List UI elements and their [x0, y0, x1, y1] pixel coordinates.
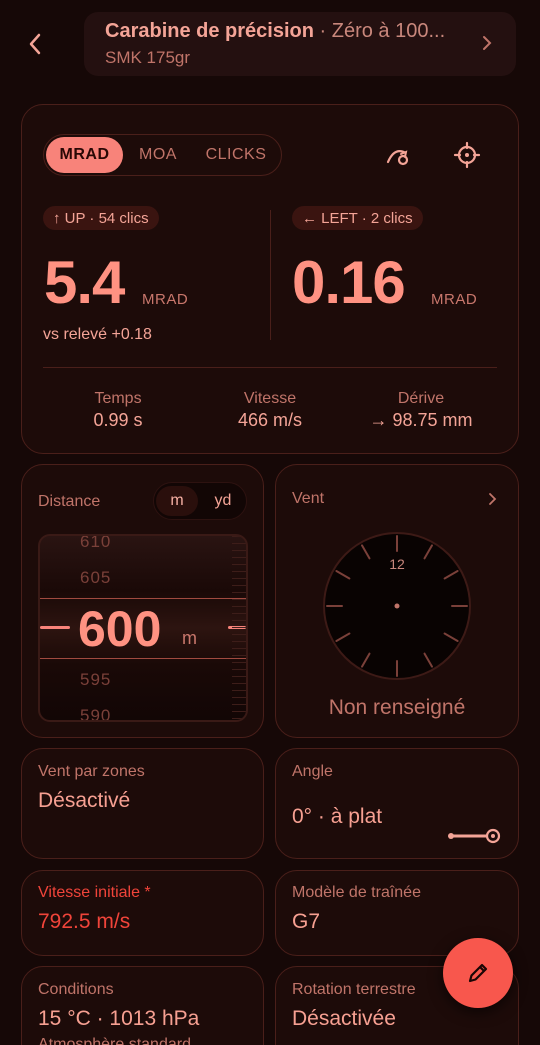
muzzle-velocity-label: Vitesse initiale *: [38, 884, 151, 901]
wind-clock-dial[interactable]: [322, 531, 472, 681]
unit-option-mrad[interactable]: MRAD: [46, 137, 123, 173]
earth-rotation-label: Rotation terrestre: [292, 981, 416, 998]
trajectory-icon: [386, 150, 409, 166]
elevation-delta: vs relevé +0.18: [43, 326, 152, 343]
stat-value-time: 0.99 s: [93, 410, 143, 430]
wheel-tick: 590: [80, 706, 112, 722]
wind-zones-label: Vent par zones: [38, 763, 145, 780]
unit-option-clicks[interactable]: CLICKS: [194, 135, 278, 175]
angle-slider-icon: [448, 828, 501, 844]
wheel-selection-line: [40, 598, 246, 599]
wheel-selection-line: [40, 658, 246, 659]
stat-value-drift: → 98.75 mm: [369, 410, 473, 430]
ammo-name: SMK 175gr: [105, 48, 191, 67]
muzzle-velocity-value: 792.5 m/s: [38, 910, 131, 933]
wheel-marker-left: [40, 626, 70, 629]
windage-value: 0.16: [292, 249, 406, 316]
wind-zones-value: Désactivé: [38, 789, 131, 812]
divider: [270, 210, 271, 340]
unit-option-moa[interactable]: MOA: [126, 135, 190, 175]
unit-segmented-control: MRAD MOA CLICKS: [43, 134, 282, 176]
distance-label: Distance: [38, 493, 101, 510]
distance-unit-m[interactable]: m: [156, 486, 198, 516]
crosshair-icon: [453, 141, 481, 169]
conditions-card[interactable]: [21, 966, 264, 1045]
rifle-name: Carabine de précision: [105, 20, 314, 42]
wheel-tick: 605: [80, 568, 112, 587]
wheel-scale: [232, 536, 246, 720]
distance-value: 600: [78, 601, 162, 657]
conditions-value: 15 °C · 1013 hPa: [38, 1007, 200, 1030]
drag-model-value: G7: [292, 910, 321, 933]
windage-unit: MRAD: [431, 291, 478, 308]
wind-label: Vent: [292, 490, 325, 507]
earth-rotation-value: Désactivée: [292, 1007, 396, 1030]
chevron-left-icon: [29, 33, 41, 55]
wind-status: Non renseigné: [328, 696, 466, 719]
back-button[interactable]: [20, 28, 50, 60]
distance-unit-toggle: m yd: [153, 482, 247, 520]
chevron-right-icon: [483, 36, 492, 50]
edit-fab[interactable]: [443, 938, 513, 1008]
divider: [43, 367, 497, 368]
conditions-sub: Atmosphère standard: [38, 1036, 191, 1045]
trajectory-button[interactable]: [384, 142, 412, 170]
distance-unit: m: [182, 628, 197, 648]
stat-label-velocity: Vitesse: [243, 390, 297, 407]
distance-wheel[interactable]: 610 605 595 590 600 m: [38, 534, 248, 722]
angle-label: Angle: [292, 763, 333, 780]
drag-model-label: Modèle de traînée: [292, 884, 421, 901]
stat-label-drift: Dérive: [397, 390, 445, 407]
elevation-value: 5.4: [44, 249, 125, 316]
pencil-icon: [468, 963, 488, 983]
elevation-pill: ↑ UP · 54 clics: [43, 206, 159, 230]
wind-clock-label: 12: [389, 556, 405, 572]
stat-label-time: Temps: [94, 390, 142, 407]
wheel-tick: 595: [80, 670, 112, 689]
conditions-label: Conditions: [38, 981, 114, 998]
stat-value-velocity: 466 m/s: [237, 410, 303, 430]
distance-unit-yd[interactable]: yd: [202, 486, 244, 516]
zero-info: · Zéro à 100...: [313, 20, 446, 42]
reticle-button[interactable]: [453, 141, 481, 169]
chevron-right-icon: [489, 493, 497, 505]
wheel-tick: 610: [80, 534, 112, 551]
elevation-unit: MRAD: [142, 291, 189, 308]
angle-value: 0° · à plat: [292, 805, 383, 828]
profile-title: Carabine de précision · Zéro à 100...: [105, 20, 445, 43]
windage-pill: ← LEFT · 2 clics: [292, 206, 423, 230]
